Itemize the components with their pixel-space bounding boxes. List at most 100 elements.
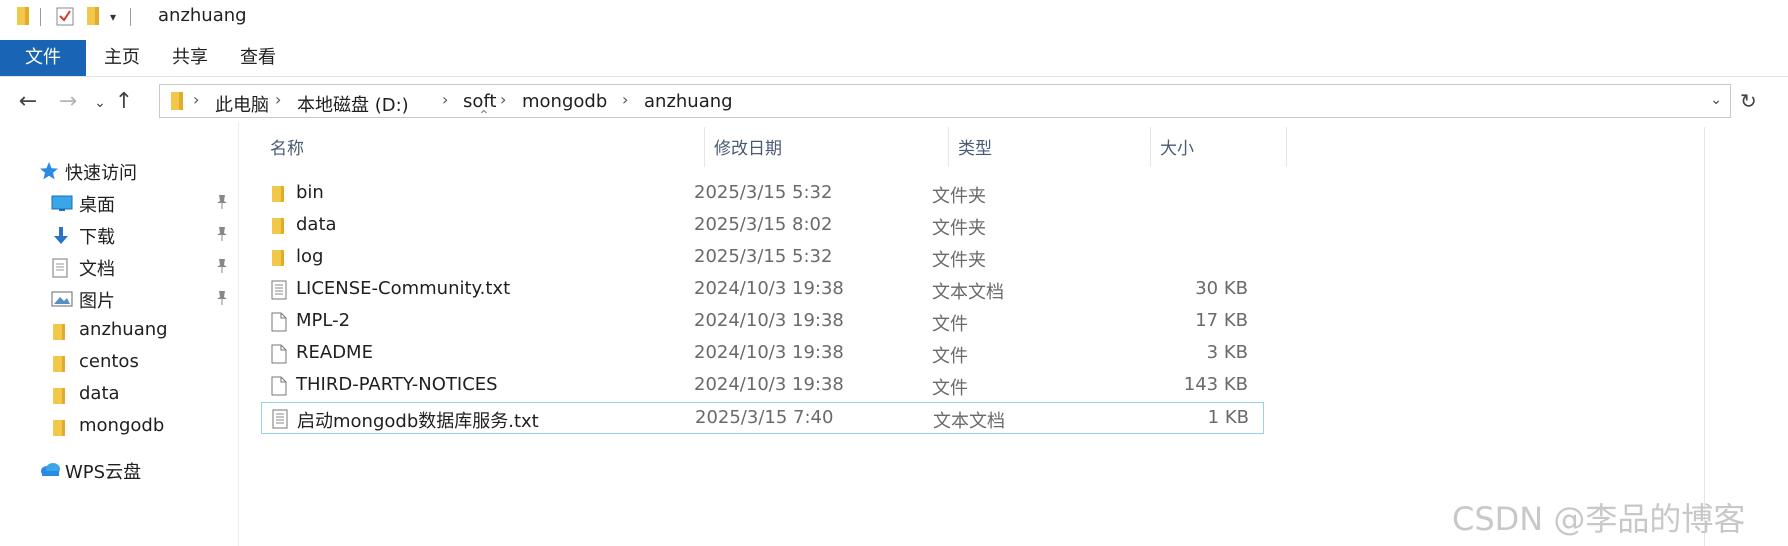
folder-icon bbox=[170, 91, 184, 116]
pin-icon bbox=[215, 226, 229, 242]
document-icon bbox=[51, 258, 71, 278]
star-icon bbox=[39, 161, 59, 180]
sort-ascending-icon: ⌃ bbox=[478, 108, 490, 124]
file-date: 2024/10/3 19:38 bbox=[694, 342, 844, 363]
list-item[interactable]: data 2025/3/15 8:02 文件夹 bbox=[262, 211, 1262, 241]
breadcrumb-local-disk-d[interactable]: 本地磁盘 (D:) bbox=[297, 91, 409, 117]
file-name: THIRD-PARTY-NOTICES bbox=[296, 374, 498, 395]
folder-icon bbox=[51, 386, 71, 404]
breadcrumb-mongodb[interactable]: mongodb bbox=[522, 91, 607, 112]
list-item[interactable]: bin 2025/3/15 5:32 文件夹 bbox=[262, 179, 1262, 209]
tab-file[interactable]: 文件 bbox=[0, 40, 86, 76]
nav-label: WPS云盘 bbox=[65, 462, 142, 483]
nav-label: mongodb bbox=[79, 415, 165, 436]
file-name: README bbox=[296, 342, 373, 363]
folder-icon bbox=[51, 418, 71, 436]
file-type: 文件 bbox=[932, 378, 968, 399]
file-size: 30 KB bbox=[1195, 278, 1248, 299]
title-bar: ▾ anzhuang bbox=[0, 0, 1788, 36]
column-header-date[interactable]: 修改日期 bbox=[714, 134, 782, 159]
nav-item-documents[interactable]: 文档 bbox=[39, 252, 234, 282]
list-item-selected[interactable]: 启动mongodb数据库服务.txt 2025/3/15 7:40 文本文档 1… bbox=[261, 402, 1264, 434]
refresh-icon[interactable]: ↻ bbox=[1740, 89, 1757, 113]
file-size: 17 KB bbox=[1195, 310, 1248, 331]
breadcrumb-this-pc[interactable]: 此电脑 bbox=[215, 91, 269, 117]
nav-item-anzhuang[interactable]: anzhuang bbox=[39, 316, 234, 346]
column-header-size[interactable]: 大小 bbox=[1160, 134, 1194, 159]
folder-icon[interactable] bbox=[16, 6, 30, 31]
folder-icon bbox=[270, 216, 288, 236]
list-item[interactable]: log 2025/3/15 5:32 文件夹 bbox=[262, 243, 1262, 273]
address-bar[interactable]: › 此电脑 › 本地磁盘 (D:) › soft › mongodb › anz… bbox=[159, 84, 1731, 118]
tab-home[interactable]: 主页 bbox=[92, 40, 152, 76]
tab-share[interactable]: 共享 bbox=[160, 40, 220, 76]
nav-quick-access[interactable]: 快速访问 bbox=[39, 156, 234, 186]
nav-label: 快速访问 bbox=[65, 163, 137, 184]
folder-icon bbox=[51, 322, 71, 340]
file-date: 2024/10/3 19:38 bbox=[694, 374, 844, 395]
column-header-name[interactable]: 名称 bbox=[270, 134, 304, 159]
window-title: anzhuang bbox=[158, 5, 247, 26]
breadcrumb-anzhuang[interactable]: anzhuang bbox=[644, 91, 733, 112]
nav-label: anzhuang bbox=[79, 319, 168, 340]
file-name: log bbox=[296, 246, 324, 267]
file-name: bin bbox=[296, 182, 324, 203]
picture-icon bbox=[51, 290, 73, 308]
file-type: 文件 bbox=[932, 346, 968, 367]
back-arrow-icon[interactable]: ← bbox=[16, 90, 40, 114]
list-item[interactable]: README 2024/10/3 19:38 文件 3 KB bbox=[262, 339, 1262, 369]
list-item[interactable]: THIRD-PARTY-NOTICES 2024/10/3 19:38 文件 1… bbox=[262, 371, 1262, 401]
chevron-right-icon[interactable]: › bbox=[193, 90, 199, 109]
nav-item-downloads[interactable]: 下载 bbox=[39, 220, 234, 250]
nav-item-mongodb[interactable]: mongodb bbox=[39, 412, 234, 442]
column-header-type[interactable]: 类型 bbox=[958, 134, 992, 159]
nav-item-desktop[interactable]: 桌面 bbox=[39, 188, 234, 218]
file-type: 文件夹 bbox=[932, 250, 986, 271]
up-arrow-icon[interactable]: ↑ bbox=[112, 90, 136, 114]
new-folder-icon[interactable] bbox=[86, 6, 100, 31]
chevron-right-icon[interactable]: › bbox=[500, 90, 506, 109]
text-file-icon bbox=[271, 409, 289, 429]
text-file-icon bbox=[270, 280, 288, 300]
file-type: 文本文档 bbox=[932, 282, 1004, 303]
desktop-icon bbox=[51, 194, 73, 212]
file-icon bbox=[270, 376, 288, 396]
nav-item-pictures[interactable]: 图片 bbox=[39, 284, 234, 314]
tab-view[interactable]: 查看 bbox=[228, 40, 288, 76]
nav-label: centos bbox=[79, 351, 139, 372]
customize-toolbar-dropdown-icon[interactable]: ▾ bbox=[110, 10, 116, 24]
pin-icon bbox=[215, 258, 229, 274]
file-type: 文件夹 bbox=[932, 186, 986, 207]
properties-checkbox-icon[interactable] bbox=[56, 6, 74, 31]
chevron-right-icon[interactable]: › bbox=[275, 90, 281, 109]
list-item[interactable]: MPL-2 2024/10/3 19:38 文件 17 KB bbox=[262, 307, 1262, 337]
file-type: 文件 bbox=[932, 314, 968, 335]
file-date: 2025/3/15 5:32 bbox=[694, 182, 833, 203]
nav-item-centos[interactable]: centos bbox=[39, 348, 234, 378]
nav-wps-cloud[interactable]: WPS云盘 bbox=[39, 455, 234, 485]
file-name: MPL-2 bbox=[296, 310, 351, 331]
nav-label: 桌面 bbox=[79, 195, 115, 216]
file-name: 启动mongodb数据库服务.txt bbox=[297, 411, 539, 432]
file-icon bbox=[270, 312, 288, 332]
nav-item-data[interactable]: data bbox=[39, 380, 234, 410]
navigation-pane: 快速访问 桌面 下载 文档 图片 anzhuang centos data mo… bbox=[0, 122, 239, 546]
file-date: 2025/3/15 5:32 bbox=[694, 246, 833, 267]
file-type: 文件夹 bbox=[932, 218, 986, 239]
list-item[interactable]: LICENSE-Community.txt 2024/10/3 19:38 文本… bbox=[262, 275, 1262, 305]
file-size: 1 KB bbox=[1207, 407, 1249, 428]
nav-label: data bbox=[79, 383, 120, 404]
nav-label: 文档 bbox=[79, 259, 115, 280]
address-dropdown-icon[interactable]: ⌄ bbox=[1710, 92, 1722, 108]
chevron-right-icon[interactable]: › bbox=[622, 90, 628, 109]
nav-label: 图片 bbox=[79, 291, 115, 312]
recent-locations-chevron-icon[interactable]: ⌄ bbox=[88, 91, 112, 115]
watermark: CSDN @李品的博客 bbox=[1452, 500, 1746, 538]
file-name: data bbox=[296, 214, 337, 235]
chevron-right-icon[interactable]: › bbox=[442, 90, 448, 109]
forward-arrow-icon[interactable]: → bbox=[56, 90, 80, 114]
file-date: 2024/10/3 19:38 bbox=[694, 278, 844, 299]
file-icon bbox=[270, 344, 288, 364]
folder-icon bbox=[51, 354, 71, 372]
folder-icon bbox=[270, 248, 288, 268]
